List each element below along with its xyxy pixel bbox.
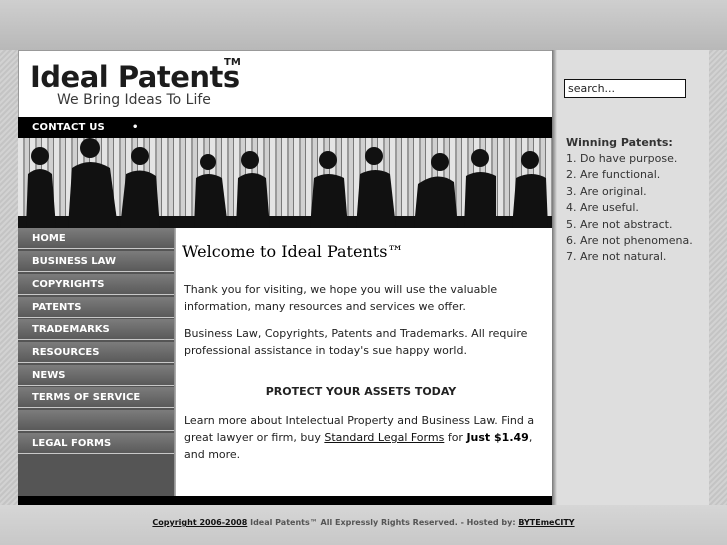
sidebar-item-business-law[interactable]: BUSINESS LAW [18, 251, 174, 272]
list-item: 2. Are functional. [566, 167, 693, 183]
services-paragraph: Business Law, Copyrights, Patents and Tr… [184, 325, 544, 359]
sidebar-item-blank [18, 410, 174, 431]
protect-assets-heading: PROTECT YOUR ASSETS TODAY [176, 385, 546, 398]
sidebar-item-resources[interactable]: RESOURCES [18, 342, 174, 363]
top-navigation-bar: CONTACT US • [18, 117, 554, 138]
intro-paragraph: Thank you for visiting, we hope you will… [184, 281, 544, 315]
list-item: 4. Are useful. [566, 200, 693, 216]
sidebar-navigation: HOME BUSINESS LAW COPYRIGHTS PATENTS TRA… [18, 228, 176, 496]
contact-us-link[interactable]: CONTACT US [32, 122, 105, 133]
trademark-mark: TM [224, 57, 241, 68]
learn-more-for: for [444, 431, 466, 444]
business-people-silhouettes [18, 138, 554, 228]
list-item: 1. Do have purpose. [566, 151, 693, 167]
site-logo[interactable]: Ideal Patents [30, 60, 240, 94]
nav-separator: • [132, 122, 138, 133]
page-title: Welcome to Ideal Patents™ [182, 242, 403, 261]
main-content: Welcome to Ideal Patents™ Thank you for … [176, 228, 552, 496]
right-sidebar: Winning Patents: 1. Do have purpose. 2. … [557, 50, 709, 505]
copyright-text: Ideal Patents™ All Expressly Rights Rese… [247, 518, 518, 527]
list-item: 7. Are not natural. [566, 249, 693, 265]
search-input[interactable] [564, 79, 686, 98]
site-header: Ideal Patents TM We Bring Ideas To Life [18, 50, 554, 117]
content-footer-bar [18, 496, 554, 505]
copyright-footer: Copyright 2006-2008 Ideal Patents™ All E… [0, 518, 727, 527]
learn-more-paragraph: Learn more about Intelectual Property an… [184, 412, 544, 463]
sidebar-item-patents[interactable]: PATENTS [18, 297, 174, 318]
site-tagline: We Bring Ideas To Life [57, 92, 211, 108]
sidebar-item-home[interactable]: HOME [18, 228, 174, 249]
list-item: 3. Are original. [566, 184, 693, 200]
copyright-link[interactable]: Copyright 2006-2008 [152, 518, 247, 527]
sidebar-item-copyrights[interactable]: COPYRIGHTS [18, 274, 174, 295]
winning-patents-list: 1. Do have purpose. 2. Are functional. 3… [566, 151, 693, 266]
sidebar-item-terms-of-service[interactable]: TERMS OF SERVICE [18, 387, 174, 408]
list-item: 5. Are not abstract. [566, 217, 693, 233]
price-label: Just $1.49 [466, 431, 528, 444]
list-item: 6. Are not phenomena. [566, 233, 693, 249]
hero-banner-image [18, 138, 554, 228]
standard-legal-forms-link[interactable]: Standard Legal Forms [324, 431, 444, 444]
winning-patents-heading: Winning Patents: [566, 136, 673, 149]
sidebar-item-trademarks[interactable]: TRADEMARKS [18, 319, 174, 340]
sidebar-item-legal-forms[interactable]: LEGAL FORMS [18, 433, 174, 454]
top-background-band [0, 0, 727, 50]
sidebar-item-news[interactable]: NEWS [18, 365, 174, 386]
host-link[interactable]: BYTEmeCITY [518, 518, 574, 527]
